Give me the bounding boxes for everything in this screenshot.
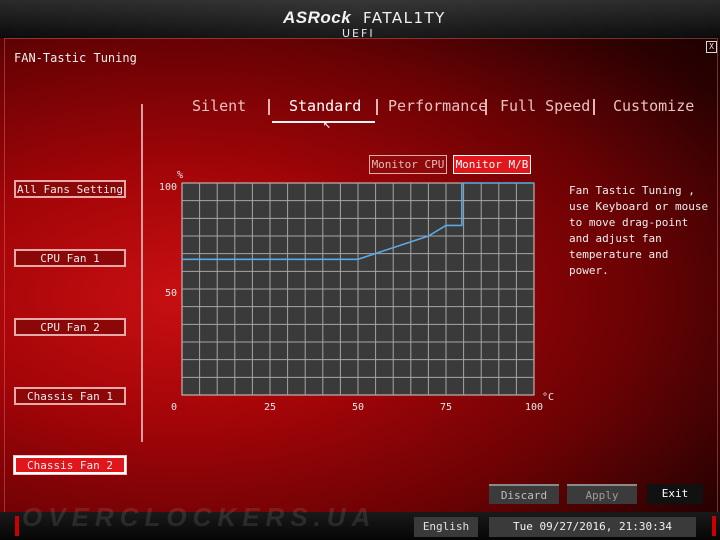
x-axis-unit: °C xyxy=(542,392,554,403)
bottom-right-accent xyxy=(712,516,716,536)
discard-button[interactable]: Discard xyxy=(489,484,559,504)
apply-button[interactable]: Apply xyxy=(567,484,637,504)
y-tick-label: 100 xyxy=(159,182,177,193)
x-tick-label: 100 xyxy=(525,402,543,413)
x-tick-label: 50 xyxy=(352,402,364,413)
bottom-left-accent xyxy=(15,516,19,536)
watermark: OVERCLOCKERS.UA xyxy=(22,502,377,532)
y-axis-unit: % xyxy=(177,170,183,181)
y-tick-label: 50 xyxy=(165,288,177,299)
language-selector[interactable]: English xyxy=(414,517,478,537)
x-tick-label: 25 xyxy=(264,402,276,413)
x-tick-label: 0 xyxy=(171,402,177,413)
help-text: Fan Tastic Tuning , use Keyboard or mous… xyxy=(569,184,709,277)
datetime-display: Tue 09/27/2016, 21:30:34 xyxy=(489,517,696,537)
grid xyxy=(182,183,534,395)
x-tick-label: 75 xyxy=(440,402,452,413)
exit-button[interactable]: Exit xyxy=(647,484,703,504)
